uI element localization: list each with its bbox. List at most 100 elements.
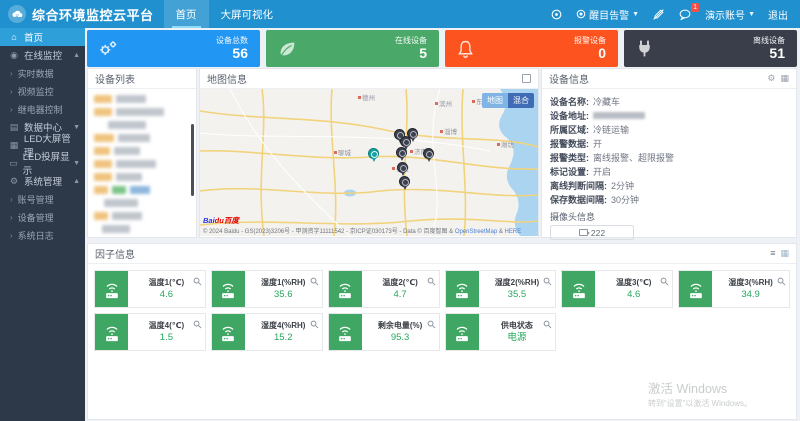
device-info-title: 设备信息 <box>549 71 589 86</box>
device-marker[interactable] <box>400 136 411 147</box>
grid-icon[interactable]: ▦ <box>780 73 789 84</box>
list-item[interactable] <box>94 186 188 194</box>
stat-label: 报警设备 <box>574 36 606 46</box>
sensor-card[interactable]: 湿度4(%RH)15.2 <box>211 313 323 351</box>
magnifier-icon[interactable] <box>427 316 436 334</box>
alarm-mute-icon[interactable] <box>652 8 665 21</box>
sidebar-item-home[interactable]: ⌂ 首页 <box>0 28 85 46</box>
monitor-icon: ◉ <box>8 50 20 61</box>
list-view-icon[interactable]: ≡ <box>770 248 775 259</box>
sensor-card[interactable]: 剩余电量(%)95.3 <box>328 313 440 351</box>
info-field-region: 所属区域:冷链运输 <box>550 122 788 136</box>
info-field-offline-interval: 离线判断间隔:2分钟 <box>550 178 788 192</box>
list-item[interactable] <box>94 134 188 142</box>
sensor-device-icon <box>446 314 479 350</box>
gear-icon: ⚙ <box>8 176 20 187</box>
grid-view-icon[interactable]: ▦ <box>780 248 789 259</box>
sensor-device-icon <box>329 271 362 307</box>
message-badge: 1 <box>691 3 699 12</box>
sidebar-item-video-monitor[interactable]: › 视频监控 <box>0 82 85 100</box>
sensor-device-icon <box>329 314 362 350</box>
sensor-card[interactable]: 温度3(℃)4.6 <box>561 270 673 308</box>
sensor-grid: 温度1(℃)4.6 湿度1(%RH)35.6 温度2(℃)4.7 湿度2(%RH… <box>88 264 796 357</box>
map-canvas[interactable]: 德州 滨州 东营 聊城 济南 淄博 潍坊 泰安 地图 混合 Baidu百度 © … <box>200 89 538 236</box>
redacted-address <box>593 112 645 119</box>
logout-button[interactable]: 退出 <box>768 7 788 22</box>
list-item[interactable] <box>94 95 188 103</box>
map-type-map-button[interactable]: 地图 <box>482 93 508 108</box>
gear-icon[interactable]: ⚙ <box>767 73 775 84</box>
sensor-card[interactable]: 湿度1(%RH)35.6 <box>211 270 323 308</box>
map-type-hybrid-button[interactable]: 混合 <box>508 93 534 108</box>
expand-icon[interactable] <box>522 74 531 83</box>
device-marker[interactable] <box>397 162 408 173</box>
magnifier-icon[interactable] <box>193 316 202 334</box>
sensor-card[interactable]: 湿度2(%RH)35.5 <box>445 270 557 308</box>
chevron-right-icon: › <box>10 105 13 114</box>
city-label: 潍坊 <box>497 139 514 149</box>
alert-mode-dropdown[interactable]: 醒目告警 ▼ <box>576 7 639 22</box>
magnifier-icon[interactable] <box>193 273 202 291</box>
osm-link[interactable]: OpenStreetMap <box>455 229 497 235</box>
sidebar: ⌂ 首页 ◉ 在线监控 ▲ › 实时数据 › 视频监控 › 继电器控制 ▤ 数据… <box>0 28 85 421</box>
magnifier-icon[interactable] <box>660 273 669 291</box>
magnifier-icon[interactable] <box>777 273 786 291</box>
device-marker[interactable] <box>396 147 407 158</box>
stat-value: 0 <box>574 46 606 61</box>
sidebar-item-device-mgmt[interactable]: › 设备管理 <box>0 208 85 226</box>
account-dropdown[interactable]: 演示账号 ▼ <box>705 7 755 22</box>
list-item[interactable] <box>94 147 188 155</box>
list-item[interactable] <box>94 121 188 129</box>
stat-label: 在线设备 <box>395 36 427 46</box>
sensor-card[interactable]: 供电状态电源 <box>445 313 557 351</box>
list-item[interactable] <box>94 199 188 207</box>
map-attribution: Baidu百度 © 2024 Baidu - GS(2023)3206号 - 甲… <box>203 215 521 235</box>
plug-icon <box>634 38 655 59</box>
magnifier-icon[interactable] <box>310 316 319 334</box>
sidebar-item-online-monitor[interactable]: ◉ 在线监控 ▲ <box>0 46 85 64</box>
scrollbar[interactable] <box>191 124 194 196</box>
baidu-logo: Baidu百度 <box>203 215 521 226</box>
camera-button[interactable]: 222 <box>550 225 634 240</box>
sidebar-item-led-cast-display[interactable]: ▭ LED投屏显示 ▼ <box>0 154 85 172</box>
device-marker-online[interactable] <box>368 148 379 159</box>
top-navbar: 综合环境监控云平台 首页 大屏可视化 醒目告警 ▼ 1 演示账号 <box>0 0 800 28</box>
menu-item-home[interactable]: 首页 <box>164 0 209 28</box>
sidebar-item-realtime-data[interactable]: › 实时数据 <box>0 64 85 82</box>
device-list-redacted[interactable] <box>88 89 196 233</box>
sensor-card[interactable]: 温度1(℃)4.6 <box>94 270 206 308</box>
list-item[interactable] <box>94 160 188 168</box>
message-icon[interactable]: 1 <box>678 8 692 21</box>
factors-panel: 因子信息 ≡ ▦ 温度1(℃)4.6 湿度1(%RH)35.6 温度2(℃)4.… <box>87 243 797 420</box>
stat-label: 设备总数 <box>216 36 248 46</box>
sensor-device-icon <box>212 271 245 307</box>
magnifier-icon[interactable] <box>543 273 552 291</box>
device-marker[interactable] <box>399 176 410 187</box>
target-icon <box>576 9 586 19</box>
magnifier-icon[interactable] <box>310 273 319 291</box>
cloud-logo-icon <box>8 5 26 23</box>
chevron-right-icon: › <box>10 213 13 222</box>
broadcast-icon[interactable] <box>550 8 563 21</box>
sidebar-item-account-mgmt[interactable]: › 账号管理 <box>0 190 85 208</box>
sidebar-item-system-log[interactable]: › 系统日志 <box>0 226 85 244</box>
chevron-up-icon: ▲ <box>73 52 80 59</box>
stat-label: 离线设备 <box>753 36 785 46</box>
sensor-card[interactable]: 温度2(℃)4.7 <box>328 270 440 308</box>
sensor-card[interactable]: 温度4(℃)1.5 <box>94 313 206 351</box>
list-item[interactable] <box>94 108 188 116</box>
sidebar-item-relay-control[interactable]: › 继电器控制 <box>0 100 85 118</box>
stat-value: 51 <box>753 46 785 61</box>
chevron-down-icon: ▼ <box>748 11 755 18</box>
magnifier-icon[interactable] <box>543 316 552 334</box>
here-link[interactable]: HERE <box>505 229 522 235</box>
list-item[interactable] <box>94 225 188 233</box>
menu-item-bigscreen[interactable]: 大屏可视化 <box>209 0 286 28</box>
account-name: 演示账号 <box>705 7 745 22</box>
sensor-card[interactable]: 湿度3(%RH)34.9 <box>678 270 790 308</box>
device-marker[interactable] <box>423 148 434 159</box>
brand: 综合环境监控云平台 <box>0 0 164 28</box>
list-item[interactable] <box>94 212 188 220</box>
list-item[interactable] <box>94 173 188 181</box>
magnifier-icon[interactable] <box>427 273 436 291</box>
